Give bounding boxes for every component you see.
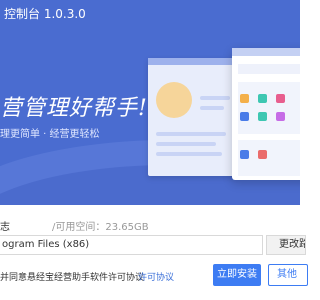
app-tile-icon	[240, 150, 249, 159]
app-tile-icon	[258, 94, 267, 103]
avatar-circle	[156, 82, 192, 118]
available-space-label: /可用空间：23.65GB	[52, 222, 149, 233]
window-titlebar	[148, 58, 238, 65]
install-path-label: 志	[0, 222, 10, 233]
banner-slogan: 营管理好帮手!	[0, 96, 148, 121]
app-tile-icon	[240, 112, 249, 121]
app-tile-icon	[240, 94, 249, 103]
app-tile-icon	[258, 150, 267, 159]
text-line	[200, 96, 230, 100]
license-agreement-link[interactable]: 许可协议	[138, 270, 174, 283]
app-tile-icon	[276, 112, 285, 121]
panel	[238, 82, 300, 134]
app-tile-icon	[276, 94, 285, 103]
other-button[interactable]: 其他	[268, 264, 308, 286]
banner: 控制台 1.0.3.0 营管理好帮手! 理更简单 · 经营更轻松	[0, 0, 300, 205]
text-line	[156, 152, 222, 156]
text-line	[200, 106, 224, 110]
illustration-back-window	[148, 58, 238, 176]
banner-subslogan: 理更简单 · 经营更轻松	[0, 129, 100, 140]
window-title: 控制台 1.0.3.0	[4, 7, 86, 21]
agreement-text: 并同意悬经宝经营助手软件许可协议	[0, 273, 145, 283]
change-path-button[interactable]: 更改路	[266, 235, 306, 255]
install-path-input[interactable]: ogram Files (x86)	[0, 235, 263, 255]
install-now-button[interactable]: 立即安装	[213, 264, 261, 286]
app-tile-icon	[258, 112, 267, 121]
text-line	[156, 142, 216, 146]
panel	[238, 64, 300, 74]
text-line	[156, 132, 226, 136]
illustration-front-window	[232, 48, 300, 180]
window-titlebar	[232, 48, 300, 56]
